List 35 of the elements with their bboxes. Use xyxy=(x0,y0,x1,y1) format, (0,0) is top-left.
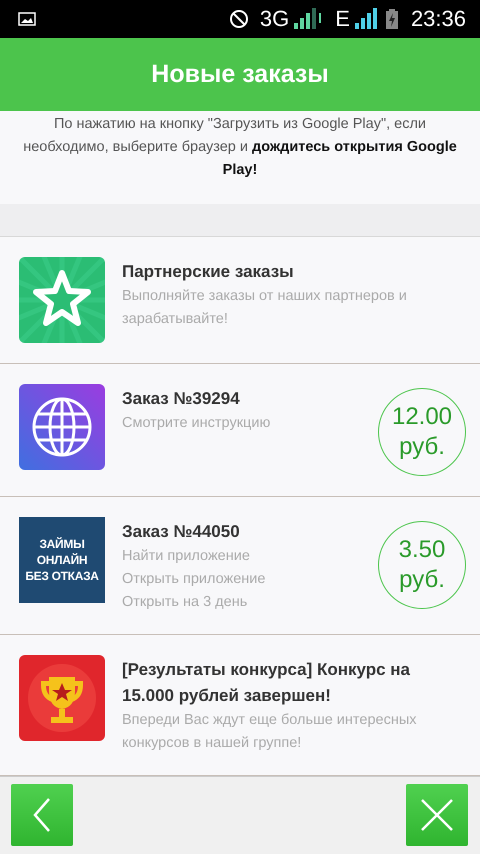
price-currency: руб. xyxy=(399,432,445,462)
network-type: E xyxy=(335,6,350,32)
order-description: Выполняйте заказы от наших партнеров и зарабатывайте! xyxy=(122,286,408,328)
globe-icon xyxy=(19,384,105,470)
close-icon xyxy=(420,798,454,832)
order-title: Партнерские заказы xyxy=(122,260,295,282)
trophy-icon xyxy=(19,654,105,740)
chevron-left-icon xyxy=(32,797,52,834)
battery-icon xyxy=(386,8,398,29)
order-title: [Результаты конкурса] Конкурс на 15.000 рублей завершен! xyxy=(122,658,412,706)
price-amount: 3.50 xyxy=(398,534,446,564)
order-description: Впереди Вас ждут еще больше интересных конкурсов в нашей группе! xyxy=(122,710,418,752)
order-description: Открыть приложение xyxy=(122,570,266,588)
back-button[interactable] xyxy=(11,784,73,846)
logo-text: ЗАЙМЫ xyxy=(39,536,85,552)
order-title: Заказ №39294 xyxy=(122,388,241,410)
blocked-icon xyxy=(228,8,249,29)
order-item[interactable]: [Результаты конкурса] Конкурс на 15.000 рублей завершен! Впереди Вас ждут еще больше интересных конкурсов в нашей группе! xyxy=(0,634,480,776)
clock: 23:36 xyxy=(410,6,466,32)
order-title: Заказ №44050 xyxy=(122,520,241,542)
price-amount: 12.00 xyxy=(392,402,452,432)
logo-text: ОНЛАЙН xyxy=(36,552,88,568)
order-description: Открыть на 3 день xyxy=(122,592,248,612)
order-item[interactable]: ЗАЙМЫ ОНЛАЙН БЕЗ ОТКАЗА Заказ №44050 Найти приложение Открыть приложение Открыть на 3 день 3.50 руб. xyxy=(0,496,480,634)
order-item[interactable]: Заказ №39294 Смотрите инструкцию 12.00 руб. xyxy=(0,364,480,496)
screen-title: Новые заказы xyxy=(151,60,329,90)
notice-text: По нажатию на кнопку "Загрузить из Google Play", если необходимо, выберите браузер и дождитесь открытия Google Play! xyxy=(22,115,458,180)
network-type: 3G xyxy=(260,6,290,32)
order-description: Смотрите инструкцию xyxy=(122,414,272,432)
close-button[interactable] xyxy=(406,784,468,846)
order-item[interactable]: Партнерские заказы Выполняйте заказы от наших партнеров и зарабатывайте! xyxy=(0,236,480,364)
image-icon xyxy=(18,12,36,26)
logo-text: БЕЗ ОТКАЗА xyxy=(25,568,99,584)
price-currency: руб. xyxy=(399,564,445,594)
order-description: Найти приложение xyxy=(122,546,251,566)
